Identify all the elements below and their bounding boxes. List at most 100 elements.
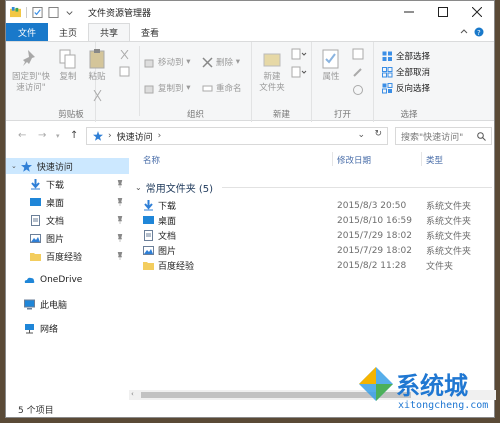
document-icon	[31, 214, 40, 226]
new-item-icon[interactable]	[291, 48, 307, 60]
select-none-label: 全部取消	[396, 68, 431, 78]
nav-item-documents[interactable]: 文档	[6, 212, 129, 228]
paste-shortcut-icon[interactable]	[92, 90, 103, 103]
select-none-button[interactable]: 全部取消	[382, 66, 430, 78]
invert-selection-button[interactable]: 反向选择	[382, 82, 430, 94]
column-header-name[interactable]: 名称	[143, 154, 160, 166]
group-header[interactable]: ⌄ 常用文件夹 (5)	[135, 180, 213, 195]
copy-icon	[59, 49, 76, 69]
quick-access-star-icon	[20, 160, 32, 172]
collapse-ribbon-icon[interactable]	[460, 29, 468, 34]
pin-icon[interactable]	[117, 234, 123, 242]
paste-button[interactable]: 粘贴	[86, 48, 108, 83]
select-none-icon	[382, 66, 393, 77]
list-item[interactable]: 下载 2015/8/3 20:50 系统文件夹	[143, 198, 493, 213]
minimize-icon	[404, 11, 414, 13]
nav-network[interactable]: 网络	[6, 320, 129, 336]
picture-icon	[143, 246, 154, 255]
item-name: 桌面	[158, 217, 177, 227]
recent-locations-button[interactable]: ▾	[56, 132, 60, 140]
onedrive-icon	[24, 277, 35, 283]
new-folder-button[interactable]: 新建 文件夹	[258, 48, 286, 94]
cut-icon[interactable]	[119, 50, 130, 61]
select-all-label: 全部选择	[396, 52, 431, 62]
pin-icon[interactable]	[117, 198, 123, 206]
nav-item-baidu-experience[interactable]: 百度经验	[6, 248, 129, 264]
open-icon[interactable]	[352, 48, 364, 60]
column-divider[interactable]	[421, 152, 422, 166]
collapse-chevron-icon[interactable]: ⌄	[11, 162, 17, 170]
edit-icon[interactable]	[352, 66, 364, 78]
search-box[interactable]: 搜索"快速访问"	[395, 127, 492, 145]
pin-icon	[23, 50, 35, 66]
search-placeholder: 搜索"快速访问"	[401, 132, 464, 143]
forward-button[interactable]: →	[38, 130, 46, 141]
pin-icon[interactable]	[117, 252, 123, 260]
move-to-button[interactable]: 移动到 ▾	[144, 56, 190, 68]
tab-file[interactable]: 文件	[6, 23, 49, 41]
select-all-button[interactable]: 全部选择	[382, 50, 430, 62]
item-type: 系统文件夹	[426, 217, 472, 227]
help-icon[interactable]: ?	[474, 27, 484, 38]
history-icon[interactable]	[352, 84, 364, 96]
open-group: 属性 打开	[312, 42, 374, 122]
ribbon-tabs: 文件 主页 共享 查看	[6, 23, 494, 41]
up-button[interactable]: ↑	[70, 130, 78, 141]
item-date: 2015/8/2 11:28	[337, 260, 407, 271]
nav-item-desktop[interactable]: 桌面	[6, 194, 129, 210]
picture-icon	[30, 233, 41, 243]
nav-onedrive[interactable]: OneDrive	[6, 272, 129, 288]
nav-item-pictures[interactable]: 图片	[6, 230, 129, 246]
rename-label: 重命名	[216, 84, 242, 94]
watermark-url: xitongcheng.com	[398, 400, 489, 411]
nav-item-downloads[interactable]: 下载	[6, 176, 129, 192]
list-item[interactable]: 文档 2015/7/29 18:02 系统文件夹	[143, 228, 493, 243]
pin-to-quick-access-button[interactable]: 固定到"快 速访问"	[9, 48, 53, 94]
minimize-button[interactable]	[392, 1, 426, 23]
pin-icon[interactable]	[117, 180, 123, 188]
address-dropdown-icon[interactable]: ⌄	[357, 130, 365, 140]
copy-to-button[interactable]: 复制到 ▾	[144, 82, 190, 94]
refresh-icon[interactable]: ↻	[374, 129, 382, 139]
list-item[interactable]: 百度经验 2015/8/2 11:28 文件夹	[143, 258, 493, 273]
open-group-label: 打开	[333, 110, 351, 120]
list-item[interactable]: 桌面 2015/8/10 16:59 系统文件夹	[143, 213, 493, 228]
column-divider[interactable]	[332, 152, 333, 166]
tab-view[interactable]: 查看	[130, 23, 170, 41]
column-header-modified[interactable]: 修改日期	[337, 154, 371, 166]
nav-this-pc[interactable]: 此电脑	[6, 296, 129, 312]
address-bar[interactable]: › 快速访问 › ⌄ ↻	[86, 127, 388, 145]
qat-dropdown-icon[interactable]	[64, 7, 75, 18]
ribbon: 固定到"快 速访问" 复制 粘贴 剪贴板 移动到 ▾ 复制到 ▾ 删除 ▾ 重命…	[6, 41, 494, 122]
tab-share[interactable]: 共享	[88, 23, 131, 41]
nav-quick-access-label: 快速访问	[36, 162, 73, 173]
pin-label: 固定到"快 速访问"	[12, 72, 50, 93]
properties-button[interactable]: 属性	[320, 48, 342, 83]
maximize-button[interactable]	[426, 1, 460, 23]
tab-home[interactable]: 主页	[48, 23, 88, 41]
item-type: 系统文件夹	[426, 202, 472, 212]
back-button[interactable]: ←	[18, 130, 26, 141]
scroll-left-icon[interactable]: ‹	[131, 390, 134, 398]
easy-access-icon[interactable]	[291, 66, 307, 78]
properties-label: 属性	[322, 72, 340, 82]
organize-group: 移动到 ▾ 复制到 ▾ 删除 ▾ 重命名 组织	[140, 42, 252, 122]
group-divider	[222, 187, 492, 188]
copy-path-icon[interactable]	[119, 66, 130, 77]
pin-icon[interactable]	[117, 216, 123, 224]
copy-button[interactable]: 复制	[57, 48, 79, 83]
column-header-type[interactable]: 类型	[426, 154, 443, 166]
list-item[interactable]: 图片 2015/7/29 18:02 系统文件夹	[143, 243, 493, 258]
close-button[interactable]	[460, 1, 494, 23]
rename-button[interactable]: 重命名	[202, 82, 242, 94]
move-to-icon	[144, 59, 154, 67]
delete-button[interactable]: 删除 ▾	[202, 56, 240, 68]
new-folder-icon[interactable]	[48, 6, 59, 18]
nav-quick-access[interactable]: ⌄ 快速访问	[6, 158, 129, 174]
breadcrumb-quick-access[interactable]: 快速访问	[117, 130, 153, 143]
nav-item-label: 文档	[46, 216, 65, 227]
group-collapse-icon[interactable]: ⌄	[135, 183, 142, 192]
item-name: 百度经验	[158, 262, 195, 272]
nav-item-label: 下载	[46, 180, 65, 191]
properties-icon[interactable]	[32, 6, 43, 18]
